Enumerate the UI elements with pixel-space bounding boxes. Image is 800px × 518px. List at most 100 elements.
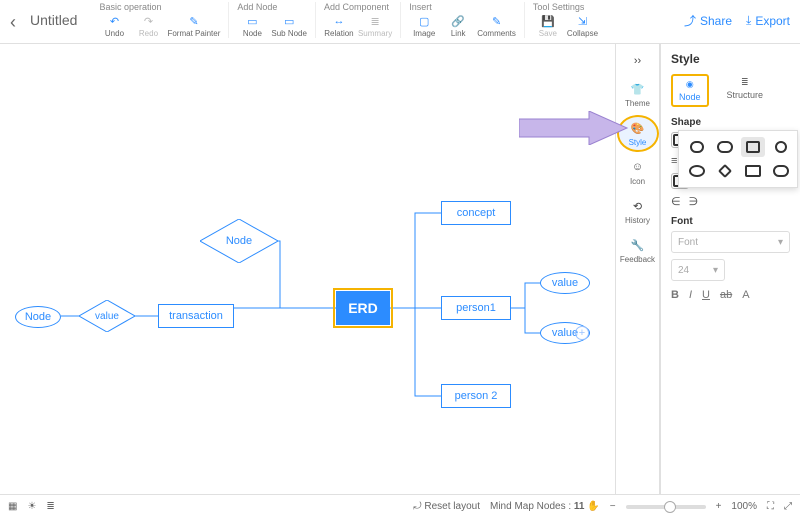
group-label: Basic operation	[99, 2, 220, 12]
canvas[interactable]: ERD concept person1 person 2 value value…	[0, 44, 615, 494]
tab-structure[interactable]: ≣Structure	[721, 74, 770, 107]
font-family-select[interactable]: Font▾	[671, 231, 790, 253]
status-bar: ▦ ☀ ≣ ⤾ Reset layout Mind Map Nodes : 11…	[0, 494, 800, 518]
add-subnode-button[interactable]: ▭Sub Node	[271, 14, 307, 38]
document-title[interactable]: Untitled	[26, 2, 91, 28]
collapse-icon: ⇲	[574, 14, 590, 28]
collapse-button[interactable]: ⇲Collapse	[567, 14, 598, 38]
comments-button[interactable]: ✎Comments	[477, 14, 516, 38]
shape-popover	[678, 130, 798, 188]
node-label: value	[79, 300, 135, 332]
zoom-in-button[interactable]: +	[716, 501, 722, 512]
indent-right-button[interactable]: ∋	[689, 195, 699, 208]
rail-icon[interactable]: ☺Icon	[619, 156, 657, 189]
node-left-node[interactable]: Node	[15, 306, 61, 328]
link-icon: 🔗	[450, 14, 466, 28]
zoom-slider[interactable]	[626, 505, 706, 509]
group-label: Add Node	[237, 2, 307, 12]
save-icon: 💾	[540, 14, 556, 28]
node-diamond-value[interactable]: value	[79, 300, 135, 332]
shape-option-rectangle[interactable]	[741, 137, 765, 157]
theme-toggle-button[interactable]: ☀	[27, 501, 36, 512]
redo-icon: ↷	[140, 14, 156, 28]
edges-layer	[0, 44, 615, 494]
view-grid-button[interactable]: ▦	[8, 501, 17, 512]
group-add-component: Add Component ↔Relation ≣Summary	[315, 2, 400, 38]
shape-option-hexagon[interactable]	[741, 161, 765, 181]
italic-button[interactable]: I	[689, 289, 692, 301]
rail-theme[interactable]: 👕Theme	[619, 78, 657, 111]
group-tool-settings: Tool Settings 💾Save ⇲Collapse	[524, 2, 606, 38]
shape-section-label: Shape	[671, 117, 790, 128]
zoom-value: 100%	[731, 501, 757, 512]
shape-option-circle[interactable]	[769, 137, 793, 157]
node-icon: ▭	[244, 14, 260, 28]
smiley-icon: ☺	[629, 159, 647, 175]
shape-option-ellipse[interactable]	[685, 161, 709, 181]
pan-icon[interactable]: ✋	[587, 501, 599, 512]
group-label: Insert	[409, 2, 516, 12]
subnode-icon: ▭	[281, 14, 297, 28]
node-count-label: Mind Map Nodes : 11 ✋	[490, 501, 600, 512]
insert-image-button[interactable]: ▢Image	[409, 14, 439, 38]
group-label: Tool Settings	[533, 2, 598, 12]
relation-button[interactable]: ↔Relation	[324, 14, 354, 38]
group-insert: Insert ▢Image 🔗Link ✎Comments	[400, 2, 524, 38]
rail-history[interactable]: ⟲History	[619, 195, 657, 228]
panel-title: Style	[671, 52, 790, 66]
node-person1[interactable]: person1	[441, 296, 511, 320]
font-size-select[interactable]: 24▾	[671, 259, 725, 281]
add-child-handle[interactable]: +	[575, 326, 589, 340]
outline-button[interactable]: ≣	[46, 501, 54, 512]
fullscreen-button[interactable]: ⤢	[784, 501, 792, 512]
zoom-out-button[interactable]: −	[610, 501, 616, 512]
export-button[interactable]: ⤓Export	[746, 13, 790, 28]
group-basic: Basic operation ↶Undo ↷Redo ✎Format Pain…	[91, 2, 228, 38]
add-node-button[interactable]: ▭Node	[237, 14, 267, 38]
summary-icon: ≣	[367, 14, 383, 28]
structure-tab-icon: ≣	[741, 77, 749, 88]
indent-left-button[interactable]: ∈	[671, 195, 681, 208]
node-value-1[interactable]: value	[540, 272, 590, 294]
node-transaction[interactable]: transaction	[158, 304, 234, 328]
node-person2[interactable]: person 2	[441, 384, 511, 408]
summary-button[interactable]: ≣Summary	[358, 14, 392, 38]
share-button[interactable]: ⤴Share	[684, 12, 732, 29]
tab-node[interactable]: ◉Node	[671, 74, 709, 107]
redo-button[interactable]: ↷Redo	[133, 14, 163, 38]
shape-option-tab[interactable]	[769, 161, 793, 181]
shape-option-pill[interactable]	[713, 137, 737, 157]
undo-icon: ↶	[106, 14, 122, 28]
shape-option-diamond[interactable]	[713, 161, 737, 181]
underline-button[interactable]: U	[702, 289, 710, 301]
image-icon: ▢	[416, 14, 432, 28]
bold-button[interactable]: B	[671, 289, 679, 301]
format-painter-button[interactable]: ✎Format Painter	[167, 14, 220, 38]
chevrons-right-icon: ››	[629, 53, 647, 69]
shape-option-rounded-rect[interactable]	[685, 137, 709, 157]
back-button[interactable]: ‹	[10, 2, 26, 33]
fit-screen-button[interactable]: ⛶	[767, 501, 774, 512]
history-icon: ⟲	[629, 198, 647, 214]
undo-button[interactable]: ↶Undo	[99, 14, 129, 38]
node-diamond-node[interactable]: Node	[200, 219, 278, 263]
node-concept[interactable]: concept	[441, 201, 511, 225]
shirt-icon: 👕	[629, 81, 647, 97]
save-button[interactable]: 💾Save	[533, 14, 563, 38]
node-label: Node	[200, 219, 278, 263]
font-color-button[interactable]: A	[742, 289, 749, 301]
font-section-label: Font	[671, 216, 790, 227]
brush-icon: ✎	[186, 14, 202, 28]
wrench-icon: 🔧	[629, 237, 647, 253]
rail-collapse-button[interactable]: ››	[619, 50, 657, 72]
palette-icon: 🎨	[629, 120, 647, 136]
rail-style[interactable]: 🎨Style	[619, 117, 657, 150]
strike-button[interactable]: ab	[720, 289, 732, 301]
group-add-node: Add Node ▭Node ▭Sub Node	[228, 2, 315, 38]
node-erd[interactable]: ERD	[336, 291, 390, 325]
share-icon: ⤴	[684, 12, 696, 29]
reset-layout-button[interactable]: ⤾ Reset layout	[413, 501, 480, 512]
rail-feedback[interactable]: 🔧Feedback	[619, 234, 657, 267]
insert-link-button[interactable]: 🔗Link	[443, 14, 473, 38]
style-panel: Style ◉Node ≣Structure Shape ◩▾ ≡ ▾ ▁ ▾ …	[660, 44, 800, 494]
